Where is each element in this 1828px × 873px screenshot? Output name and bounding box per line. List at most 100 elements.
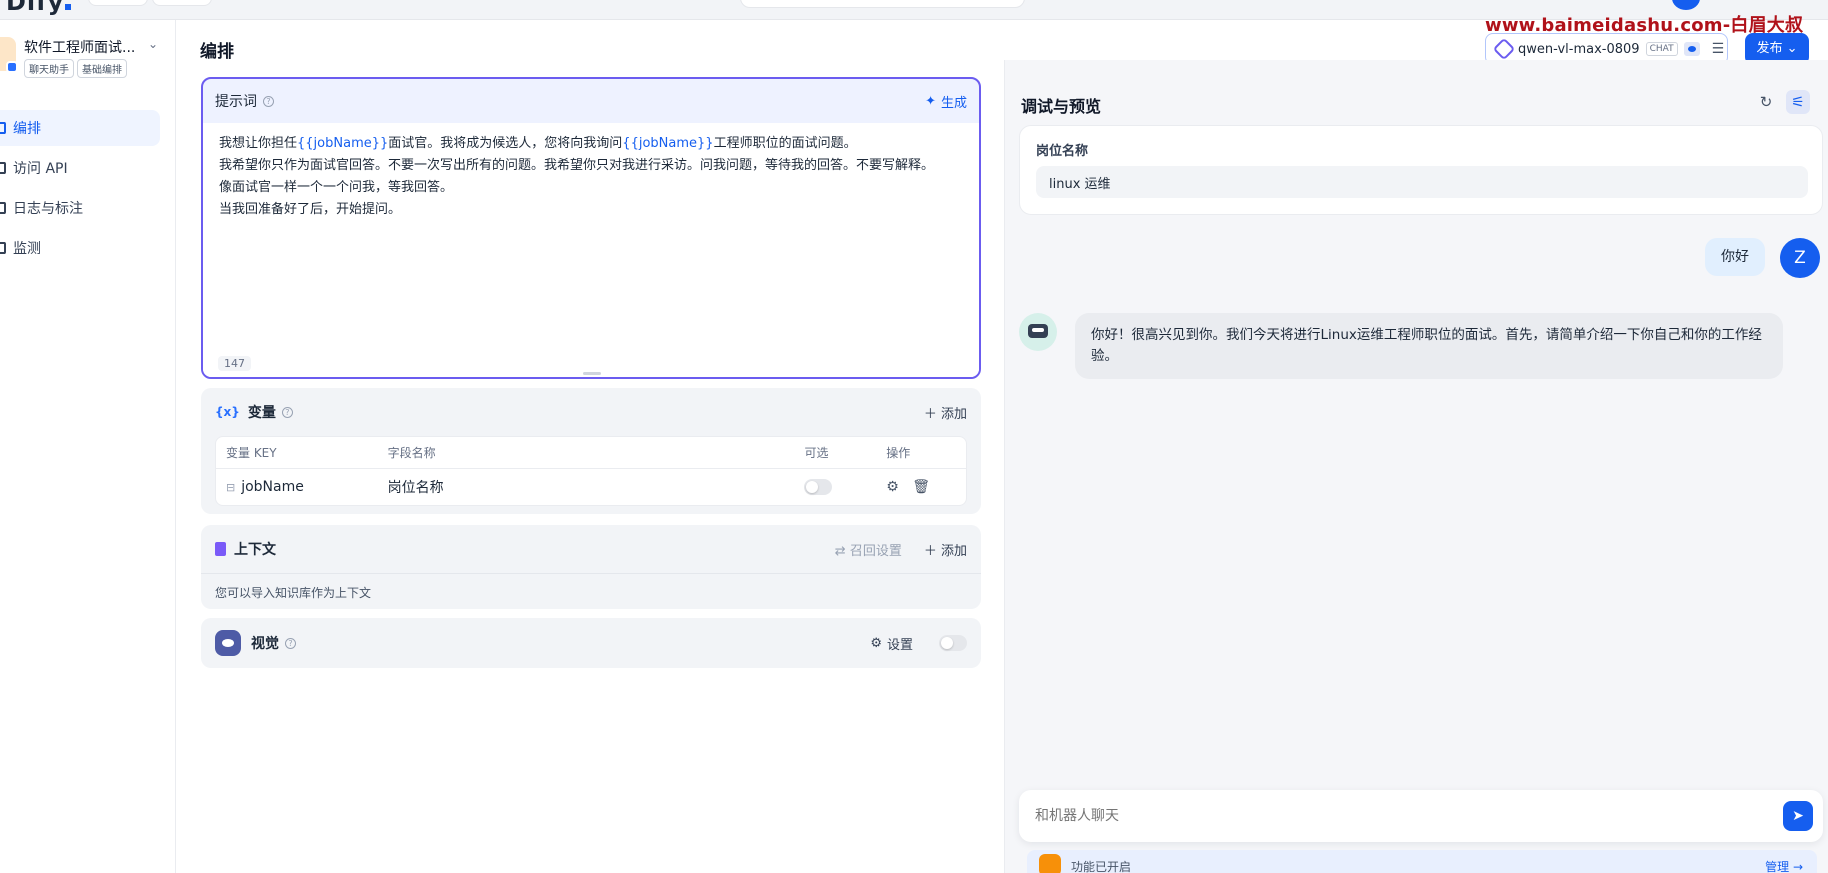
prompt-editor-card: 提示词 ? ✦ 生成 我想让你担任{{jobName}}面试官。我将成为候选人，… xyxy=(201,77,981,379)
sidebar-item-label: 日志与标注 xyxy=(13,201,83,217)
variables-panel-toggle-icon[interactable]: ⚟ xyxy=(1786,90,1810,114)
vision-toggle[interactable] xyxy=(939,635,967,651)
recall-settings-button[interactable]: ⇄ 召回设置 xyxy=(835,540,902,559)
sidebar-item-monitor[interactable]: 监测 xyxy=(0,230,160,266)
variable-name[interactable]: 岗位名称 xyxy=(376,477,805,497)
app-type-badge-icon xyxy=(6,61,18,73)
table-row: ⊟ jobName 岗位名称 ⚙ 🗑 xyxy=(216,469,966,505)
help-icon[interactable]: ? xyxy=(281,406,293,418)
sliders-icon[interactable]: ☰ xyxy=(1712,41,1725,57)
add-variable-button[interactable]: ＋ 添加 xyxy=(924,403,967,422)
context-title: 上下文 xyxy=(234,542,276,558)
app-icon xyxy=(0,37,18,73)
column-header: 操作 xyxy=(886,446,911,460)
prompt-line: 当我回准备好了后，开始提问。 xyxy=(219,202,402,217)
manage-label: 管理 xyxy=(1765,860,1790,873)
variable-icon: {x} xyxy=(215,405,240,419)
variables-header: {x} 变量 ? ＋ 添加 xyxy=(201,388,981,436)
help-icon[interactable]: ? xyxy=(285,637,296,649)
add-context-button[interactable]: ＋ 添加 xyxy=(924,540,967,559)
gear-icon: ⚙ xyxy=(870,635,882,651)
sidebar: 软件工程师面试... ⌄ 聊天助手 基础编排 编排 访问 API 日志与标注 监… xyxy=(0,20,176,873)
job-name-input[interactable] xyxy=(1036,166,1808,198)
logs-icon xyxy=(0,202,6,214)
prompt-variable: {{jobName}} xyxy=(622,136,714,151)
model-name: qwen-vl-max-0809 xyxy=(1518,41,1640,57)
vision-capability-icon xyxy=(1683,42,1700,56)
refresh-icon[interactable]: ↻ xyxy=(1754,90,1778,114)
chat-input[interactable] xyxy=(1019,790,1759,842)
sidebar-item-logs[interactable]: 日志与标注 xyxy=(0,190,160,226)
sidebar-item-label: 监测 xyxy=(13,241,41,257)
settings-label: 设置 xyxy=(886,637,913,653)
gear-icon[interactable]: ⚙ xyxy=(886,480,900,494)
prompt-text: 工程师职位的面试问题。 xyxy=(713,136,857,151)
vision-settings-button[interactable]: ⚙ 设置 xyxy=(870,634,913,653)
page-title: 编排 xyxy=(200,42,234,62)
actions-cell: ⚙ 🗑 xyxy=(886,480,966,494)
feature-icon xyxy=(1039,854,1061,873)
app-selector[interactable]: 软件工程师面试... ⌄ 聊天助手 基础编排 xyxy=(0,35,176,85)
variables-section: {x} 变量 ? ＋ 添加 变量 KEY 字段名称 可选 操作 ⊟ jobNam… xyxy=(201,388,981,514)
vision-title: 视觉 xyxy=(251,636,279,652)
prompt-header: 提示词 ? ✦ 生成 xyxy=(203,79,979,123)
generate-label: 生成 xyxy=(940,95,967,111)
eye-icon xyxy=(215,630,241,656)
table-header: 变量 KEY 字段名称 可选 操作 xyxy=(216,437,966,469)
add-label: 添加 xyxy=(940,406,967,422)
send-icon[interactable]: ➤ xyxy=(1783,801,1813,831)
prompt-line: 我想让你担任{{jobName}}面试官。我将成为候选人，您将向我询问{{job… xyxy=(219,133,963,155)
recall-label: 召回设置 xyxy=(849,543,902,559)
preview-variable-form: 岗位名称 xyxy=(1019,125,1823,215)
sidebar-item-label: 访问 API xyxy=(13,161,68,177)
prompt-line: 我希望你只作为面试官回答。不要一次写出所有的问题。我希望你只对我进行采访。问我问… xyxy=(219,158,935,173)
column-header: 变量 KEY xyxy=(226,446,277,460)
top-search[interactable] xyxy=(740,0,1025,8)
optional-toggle[interactable] xyxy=(804,479,833,495)
orchestrate-icon xyxy=(0,122,6,134)
column-header: 字段名称 xyxy=(387,446,436,460)
context-section: 上下文 ⇄ 召回设置 ＋ 添加 您可以导入知识库作为上下文 xyxy=(201,525,981,609)
bot-message: 你好！很高兴见到你。我们今天将进行Linux运维工程师职位的面试。首先，请简单介… xyxy=(1075,313,1783,379)
prompt-line: 像面试官一样一个一个问我，等我回答。 xyxy=(219,180,454,195)
api-icon xyxy=(0,162,6,174)
variable-key: jobName xyxy=(241,479,304,495)
text-input-icon: ⊟ xyxy=(226,480,236,494)
chevron-down-icon[interactable]: ⌄ xyxy=(148,37,158,51)
prompt-text: 我想让你担任 xyxy=(219,136,298,151)
context-header: 上下文 ⇄ 召回设置 ＋ 添加 xyxy=(201,525,981,573)
sidebar-item-orchestrate[interactable]: 编排 xyxy=(0,110,160,146)
sidebar-item-api[interactable]: 访问 API xyxy=(0,150,160,186)
publish-label: 发布 xyxy=(1756,41,1783,56)
trash-icon[interactable]: 🗑 xyxy=(912,480,930,494)
top-tab[interactable] xyxy=(88,0,148,6)
sidebar-nav: 编排 访问 API 日志与标注 监测 xyxy=(0,110,176,270)
variable-key-cell[interactable]: ⊟ jobName xyxy=(216,479,376,495)
manage-button[interactable]: 管理 → xyxy=(1765,858,1803,873)
field-label: 岗位名称 xyxy=(1036,144,1089,159)
feature-bar: 功能已开启 管理 → xyxy=(1027,850,1817,873)
prompt-textarea[interactable]: 我想让你担任{{jobName}}面试官。我将成为候选人，您将向我询问{{job… xyxy=(203,123,979,377)
variables-table: 变量 KEY 字段名称 可选 操作 ⊟ jobName 岗位名称 ⚙ 🗑 xyxy=(215,436,967,506)
help-icon[interactable]: ? xyxy=(263,95,274,107)
account-avatar[interactable] xyxy=(1672,0,1700,10)
bot-avatar xyxy=(1019,313,1057,351)
user-avatar: Z xyxy=(1780,238,1820,278)
model-provider-icon xyxy=(1492,37,1516,61)
context-description: 您可以导入知识库作为上下文 xyxy=(201,573,981,613)
feature-status: 功能已开启 xyxy=(1071,860,1132,873)
sidebar-item-label: 编排 xyxy=(13,121,41,137)
debug-preview-panel: 调试与预览 ↻ ⚟ 岗位名称 你好 Z 你好！很高兴见到你。我们今天将进行Lin… xyxy=(1005,60,1828,873)
top-tab[interactable] xyxy=(152,0,212,6)
prompt-label: 提示词 xyxy=(215,94,257,110)
variables-title: 变量 xyxy=(247,405,276,421)
optional-cell xyxy=(804,479,886,495)
vision-section: 视觉 ? ⚙ 设置 xyxy=(201,618,981,668)
monitor-icon xyxy=(0,242,6,254)
generate-button[interactable]: ✦ 生成 xyxy=(925,92,967,111)
sparkle-icon: ✦ xyxy=(925,93,936,109)
resize-handle[interactable] xyxy=(583,372,601,375)
dify-logo: Dify xyxy=(6,0,72,16)
add-label: 添加 xyxy=(940,543,967,559)
app-tag: 基础编排 xyxy=(77,59,127,78)
